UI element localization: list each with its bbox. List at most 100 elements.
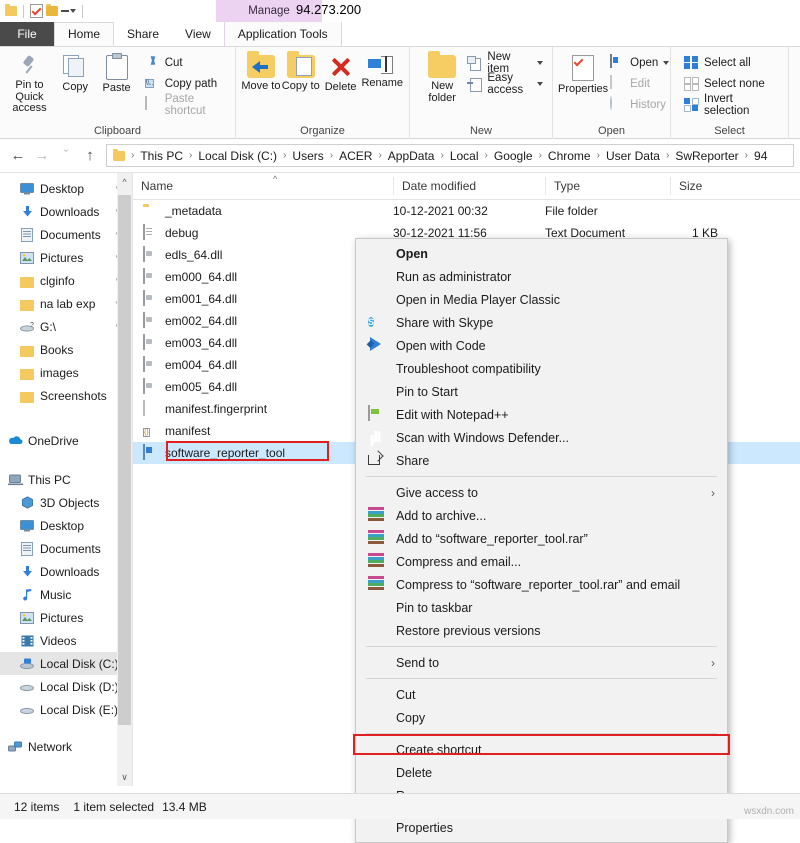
sidebar-item-images[interactable]: images xyxy=(0,361,132,384)
copy-path-button[interactable]: \\.. Copy path xyxy=(145,75,230,92)
properties-button[interactable]: Properties xyxy=(558,51,608,96)
breadcrumb-item-94[interactable]: 94 xyxy=(752,149,769,163)
breadcrumb-item-google[interactable]: Google xyxy=(492,149,535,163)
sidebar-item-local-disk-e[interactable]: Local Disk (E:) xyxy=(0,698,132,721)
menu-item-restore-previous-versions[interactable]: Restore previous versions xyxy=(356,619,727,642)
file-name-cell[interactable]: em004_64.dll xyxy=(133,357,393,373)
menu-item-delete[interactable]: Delete xyxy=(356,761,727,784)
new-folder-button[interactable]: New folder xyxy=(423,51,461,104)
pin-to-quick-access-button[interactable]: Pin to Quick access xyxy=(5,51,54,115)
tab-share[interactable]: Share xyxy=(114,22,172,46)
sidebar-item-local-disk-d[interactable]: Local Disk (D:) xyxy=(0,675,132,698)
menu-item-give-access-to[interactable]: Give access to › xyxy=(356,481,727,504)
breadcrumb-item-chrome[interactable]: Chrome xyxy=(546,149,593,163)
sidebar-item-local-disk-c[interactable]: Local Disk (C:) xyxy=(0,652,132,675)
copy-button[interactable]: Copy xyxy=(56,51,94,94)
file-name-cell[interactable]: em005_64.dll xyxy=(133,379,393,395)
scroll-down-icon[interactable]: ∨ xyxy=(117,769,132,786)
select-none-button[interactable]: Select none xyxy=(684,75,783,92)
menu-item-add-to-archive[interactable]: Add to archive... xyxy=(356,504,727,527)
sidebar-item-3d-objects[interactable]: 3D Objects xyxy=(0,491,132,514)
breadcrumb-item-local-disk-c[interactable]: Local Disk (C:) xyxy=(196,149,279,163)
breadcrumb-item-swreporter[interactable]: SwReporter xyxy=(673,149,740,163)
file-name-cell[interactable]: em002_64.dll xyxy=(133,313,393,329)
scroll-up-icon[interactable]: ^ xyxy=(117,173,132,190)
chevron-down-icon-2[interactable] xyxy=(537,82,543,86)
column-header-type[interactable]: Type xyxy=(545,177,670,195)
file-name-cell[interactable]: {} manifest xyxy=(133,423,393,439)
chevron-down-icon[interactable] xyxy=(537,61,543,65)
file-name-cell[interactable]: edls_64.dll xyxy=(133,247,393,263)
menu-item-edit-with-notepadpp[interactable]: Edit with Notepad++ xyxy=(356,403,727,426)
file-name-cell[interactable]: _metadata xyxy=(133,203,393,219)
chevron-down-icon-3[interactable] xyxy=(663,61,669,65)
tab-home[interactable]: Home xyxy=(54,22,114,46)
menu-item-compress-to-named-rar-and-email[interactable]: Compress to “software_reporter_tool.rar”… xyxy=(356,573,727,596)
up-button[interactable]: ↑ xyxy=(78,144,102,168)
edit-button[interactable]: Edit xyxy=(610,75,673,92)
sidebar-item-pictures-pc[interactable]: Pictures xyxy=(0,606,132,629)
breadcrumb-item-appdata[interactable]: AppData xyxy=(386,149,437,163)
file-name-cell[interactable]: debug xyxy=(133,225,393,241)
sidebar-item-desktop-pc[interactable]: Desktop xyxy=(0,514,132,537)
nav-scrollbar[interactable]: ^ ∨ xyxy=(117,173,132,786)
forward-button[interactable]: → xyxy=(30,144,54,168)
menu-item-copy[interactable]: Copy xyxy=(356,706,727,729)
menu-item-add-to-named-rar[interactable]: Add to “software_reporter_tool.rar” xyxy=(356,527,727,550)
file-name-cell[interactable]: em003_64.dll xyxy=(133,335,393,351)
column-headers[interactable]: Name Date modified Type Size ^ xyxy=(133,173,800,200)
sidebar-item-videos[interactable]: Videos xyxy=(0,629,132,652)
sidebar-item-documents-pc[interactable]: Documents xyxy=(0,537,132,560)
open-button[interactable]: Open xyxy=(610,54,673,71)
recent-locations-button[interactable]: ˇ xyxy=(54,144,78,168)
sidebar-item-g-drive[interactable]: ? G:\ xyxy=(0,315,132,338)
delete-button[interactable]: Delete xyxy=(321,51,361,94)
sidebar-item-music[interactable]: Music xyxy=(0,583,132,606)
column-header-size[interactable]: Size xyxy=(670,177,750,195)
column-header-date-modified[interactable]: Date modified xyxy=(393,177,545,195)
customize-qat-caret-icon[interactable] xyxy=(61,10,76,13)
paste-shortcut-button[interactable]: Paste shortcut xyxy=(145,96,230,113)
breadcrumb-item-acer[interactable]: ACER xyxy=(337,149,374,163)
select-all-button[interactable]: Select all xyxy=(684,54,783,71)
menu-item-send-to[interactable]: Send to › xyxy=(356,651,727,674)
tab-application-tools[interactable]: Application Tools xyxy=(224,22,342,46)
properties-icon[interactable] xyxy=(30,4,43,18)
menu-item-pin-to-start[interactable]: Pin to Start xyxy=(356,380,727,403)
sidebar-item-clginfo[interactable]: clginfo xyxy=(0,269,132,292)
menu-item-share[interactable]: Share xyxy=(356,449,727,472)
menu-item-troubleshoot-compatibility[interactable]: Troubleshoot compatibility xyxy=(356,357,727,380)
breadcrumb-item-users[interactable]: Users xyxy=(290,149,325,163)
tab-file[interactable]: File xyxy=(0,22,54,46)
menu-item-cut[interactable]: Cut xyxy=(356,683,727,706)
sidebar-item-books[interactable]: Books xyxy=(0,338,132,361)
sidebar-item-pictures[interactable]: Pictures xyxy=(0,246,132,269)
move-to-button[interactable]: Move to xyxy=(241,51,281,93)
file-name-cell[interactable]: em000_64.dll xyxy=(133,269,393,285)
cut-button[interactable]: Cut xyxy=(145,54,230,71)
new-item-button[interactable]: New item xyxy=(467,54,547,71)
sidebar-item-documents[interactable]: Documents xyxy=(0,223,132,246)
sidebar-item-onedrive[interactable]: OneDrive xyxy=(0,429,132,452)
table-row[interactable]: _metadata 10-12-2021 00:32 File folder xyxy=(133,200,800,222)
tab-view[interactable]: View xyxy=(172,22,224,46)
menu-item-scan-with-windows-defender[interactable]: Scan with Windows Defender... xyxy=(356,426,727,449)
sidebar-item-na-lab-exp[interactable]: na lab exp xyxy=(0,292,132,315)
new-folder-icon[interactable] xyxy=(46,6,58,16)
easy-access-button[interactable]: Easy access xyxy=(467,75,547,92)
sidebar-item-downloads[interactable]: Downloads xyxy=(0,200,132,223)
paste-button[interactable]: Paste xyxy=(96,51,136,95)
sidebar-item-this-pc[interactable]: This PC xyxy=(0,468,132,491)
file-name-cell[interactable]: em001_64.dll xyxy=(133,291,393,307)
breadcrumb-item-this-pc[interactable]: This PC xyxy=(138,149,185,163)
copy-to-button[interactable]: Copy to xyxy=(281,51,321,93)
breadcrumb-item-user-data[interactable]: User Data xyxy=(604,149,662,163)
menu-item-pin-to-taskbar[interactable]: Pin to taskbar xyxy=(356,596,727,619)
breadcrumb-item-local[interactable]: Local xyxy=(448,149,481,163)
explorer-icon[interactable] xyxy=(5,6,17,16)
quick-access-toolbar[interactable] xyxy=(0,0,86,22)
menu-item-open[interactable]: Open xyxy=(356,242,727,265)
breadcrumb[interactable]: › This PC › Local Disk (C:) › Users › AC… xyxy=(106,144,794,167)
menu-item-share-with-skype[interactable]: S Share with Skype xyxy=(356,311,727,334)
sidebar-item-network[interactable]: Network xyxy=(0,735,132,758)
